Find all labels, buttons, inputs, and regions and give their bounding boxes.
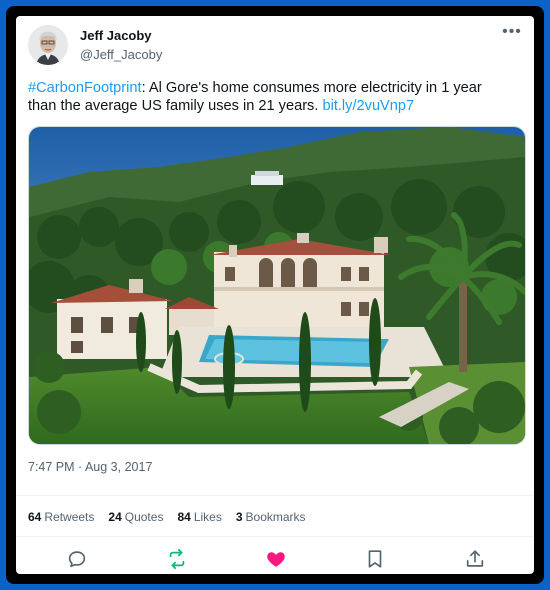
quotes-label: Quotes [124,510,164,524]
bookmarks-count: 3 [235,510,243,524]
divider-top [16,495,534,496]
share-icon[interactable] [464,548,486,570]
divider-bottom [16,536,534,537]
url-link[interactable]: bit.ly/2vuVnp7 [322,98,414,114]
retweets-label: Retweets [44,510,95,524]
hashtag-link[interactable]: #CarbonFootprint [28,80,142,96]
quotes-count: 24 [108,510,122,524]
retweets-count: 64 [28,510,42,524]
likes-stat[interactable]: 84 Likes [177,510,221,524]
tweet-text: #CarbonFootprint: Al Gore's home consume… [28,79,513,115]
action-bar [16,546,534,572]
bookmarks-stat[interactable]: 3 Bookmarks [236,510,306,524]
more-options-icon[interactable]: ••• [502,24,522,44]
avatar[interactable] [28,25,68,65]
quotes-stat[interactable]: 24 Quotes [108,510,163,524]
bookmark-icon[interactable] [364,548,386,570]
user-name[interactable]: Jeff Jacoby [80,28,152,43]
engagement-stats: 64 Retweets 24 Quotes 84 Likes 3 Bookmarks [28,510,306,524]
likes-label: Likes [193,510,222,524]
heart-icon[interactable] [265,548,287,570]
retweet-icon[interactable] [166,548,188,570]
mansion-photo [29,127,525,444]
tweet-image[interactable] [28,126,526,445]
likes-count: 84 [177,510,191,524]
tweet-timestamp[interactable]: 7:47 PM · Aug 3, 2017 [28,460,152,474]
tweet-card: Jeff Jacoby @Jeff_Jacoby ••• #CarbonFoot… [16,16,534,574]
user-handle[interactable]: @Jeff_Jacoby [80,47,162,62]
retweets-stat[interactable]: 64 Retweets [28,510,94,524]
bookmarks-label: Bookmarks [245,510,306,524]
reply-icon[interactable] [66,548,88,570]
